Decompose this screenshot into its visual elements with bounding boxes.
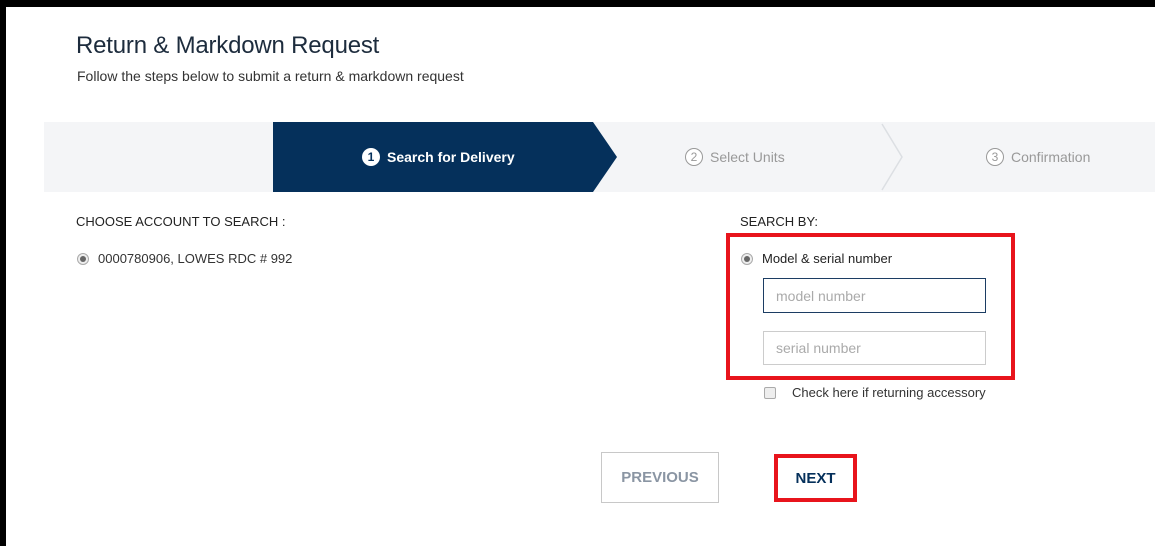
previous-button[interactable]: PREVIOUS xyxy=(601,452,719,503)
account-option[interactable]: 0000780906, LOWES RDC # 992 xyxy=(77,251,292,266)
page-subtitle: Follow the steps below to submit a retur… xyxy=(77,68,464,84)
step-label: Confirmation xyxy=(1011,149,1091,165)
step-number: 1 xyxy=(362,148,380,166)
frame-border-left xyxy=(0,0,6,546)
radio-selected-icon[interactable] xyxy=(741,252,753,265)
serial-number-input[interactable] xyxy=(763,331,986,365)
step-number: 2 xyxy=(685,148,703,166)
page-title: Return & Markdown Request xyxy=(76,32,380,59)
step-select-units: 2 Select Units xyxy=(685,122,785,192)
search-by-label: SEARCH BY: xyxy=(740,214,819,229)
step-label: Select Units xyxy=(710,149,785,165)
next-button[interactable]: NEXT xyxy=(779,459,852,497)
account-section-label: CHOOSE ACCOUNT TO SEARCH : xyxy=(76,214,286,229)
step-label: Search for Delivery xyxy=(387,149,515,165)
frame-border-top xyxy=(0,0,1155,7)
step-search-for-delivery: 1 Search for Delivery xyxy=(362,122,515,192)
search-option-label: Model & serial number xyxy=(762,251,893,266)
model-number-input[interactable] xyxy=(763,278,986,313)
step-active-arrow xyxy=(593,122,617,192)
step-divider-icon xyxy=(881,123,903,191)
progress-stepper: 1 Search for Delivery 2 Select Units 3 C… xyxy=(44,122,1155,192)
accessory-checkbox-label: Check here if returning accessory xyxy=(792,385,986,400)
accessory-checkbox[interactable] xyxy=(764,386,776,399)
step-confirmation: 3 Confirmation xyxy=(986,122,1090,192)
step-number: 3 xyxy=(986,148,1004,166)
account-option-label: 0000780906, LOWES RDC # 992 xyxy=(98,251,293,266)
accessory-checkbox-row[interactable]: Check here if returning accessory xyxy=(764,385,986,400)
radio-selected-icon[interactable] xyxy=(77,252,89,265)
search-option-model-serial[interactable]: Model & serial number xyxy=(741,251,892,266)
